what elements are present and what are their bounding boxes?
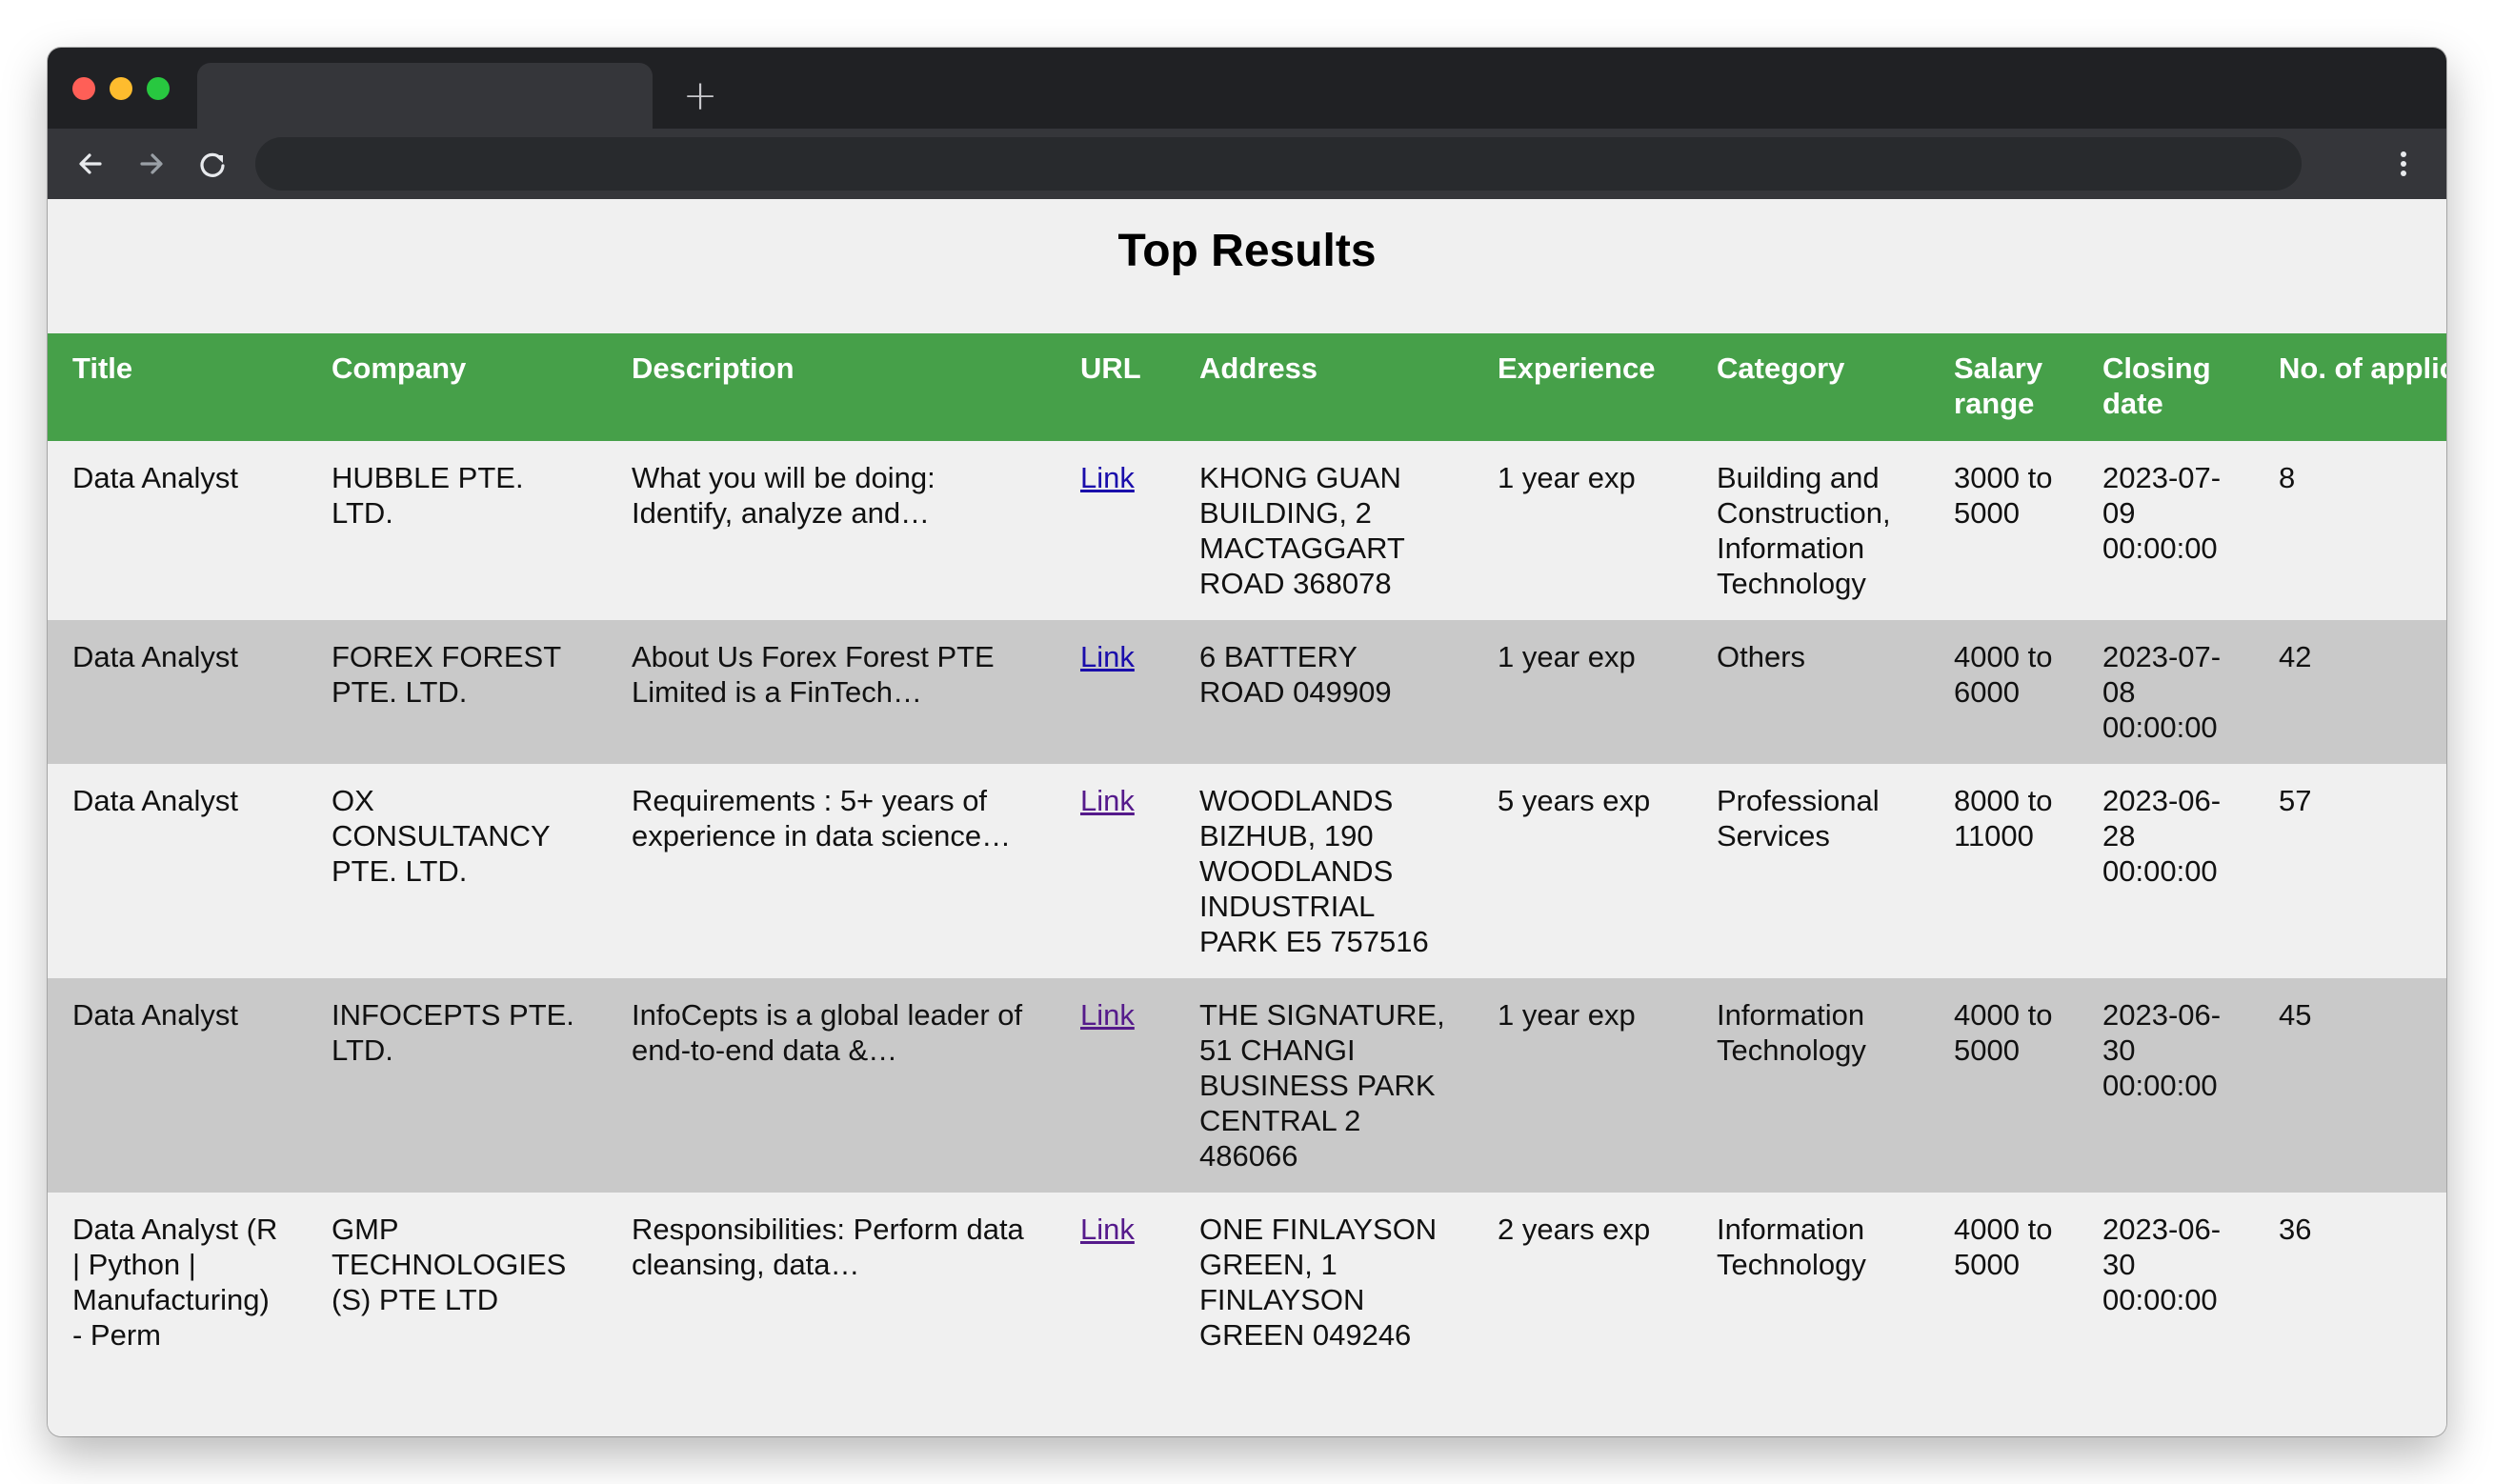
- cell-category: Building and Construction, Information T…: [1692, 441, 1929, 620]
- cell-title: Data Analyst: [48, 764, 307, 978]
- cell-title: Data Analyst: [48, 441, 307, 620]
- reload-button[interactable]: [191, 142, 234, 186]
- cell-title: Data Analyst (R | Python | Manufacturing…: [48, 1193, 307, 1372]
- cell-address: THE SIGNATURE, 51 CHANGI BUSINESS PARK C…: [1175, 978, 1473, 1193]
- new-tab-button[interactable]: +: [676, 65, 724, 128]
- cell-closing-date: 2023-06-30 00:00:00: [2078, 978, 2254, 1193]
- job-link[interactable]: Link: [1080, 1213, 1135, 1246]
- table-row: Data Analyst FOREX FOREST PTE. LTD. Abou…: [48, 620, 2446, 764]
- forward-button[interactable]: [130, 142, 173, 186]
- column-header-applications: No. of applications: [2254, 333, 2446, 441]
- job-link[interactable]: Link: [1080, 784, 1135, 817]
- cell-experience: 1 year exp: [1473, 441, 1692, 620]
- cell-salary: 4000 to 5000: [1929, 978, 2078, 1193]
- cell-category: Professional Services: [1692, 764, 1929, 978]
- cell-applications: 8: [2254, 441, 2446, 620]
- cell-description: About Us Forex Forest PTE Limited is a F…: [607, 620, 1056, 764]
- column-header-address: Address: [1175, 333, 1473, 441]
- back-button[interactable]: [69, 142, 112, 186]
- cell-description: Requirements : 5+ years of experience in…: [607, 764, 1056, 978]
- close-window-button[interactable]: [72, 77, 95, 100]
- job-link[interactable]: Link: [1080, 998, 1135, 1032]
- column-header-experience: Experience: [1473, 333, 1692, 441]
- cell-salary: 3000 to 5000: [1929, 441, 2078, 620]
- cell-experience: 1 year exp: [1473, 978, 1692, 1193]
- maximize-window-button[interactable]: [147, 77, 170, 100]
- cell-applications: 57: [2254, 764, 2446, 978]
- cell-url: Link: [1056, 978, 1175, 1193]
- cell-title: Data Analyst: [48, 620, 307, 764]
- table-header-row: Title Company Description URL Address Ex…: [48, 333, 2446, 441]
- cell-description: Responsibilities: Perform data cleansing…: [607, 1193, 1056, 1372]
- job-link[interactable]: Link: [1080, 461, 1135, 494]
- tab-strip: +: [48, 48, 2446, 129]
- cell-experience: 5 years exp: [1473, 764, 1692, 978]
- reload-icon: [200, 152, 225, 177]
- browser-toolbar: [48, 129, 2446, 199]
- column-header-description: Description: [607, 333, 1056, 441]
- cell-salary: 4000 to 6000: [1929, 620, 2078, 764]
- cell-address: 6 BATTERY ROAD 049909: [1175, 620, 1473, 764]
- cell-company: HUBBLE PTE. LTD.: [307, 441, 607, 620]
- cell-address: ONE FINLAYSON GREEN, 1 FINLAYSON GREEN 0…: [1175, 1193, 1473, 1372]
- cell-applications: 45: [2254, 978, 2446, 1193]
- table-row: Data Analyst INFOCEPTS PTE. LTD. InfoCep…: [48, 978, 2446, 1193]
- cell-category: Information Technology: [1692, 978, 1929, 1193]
- minimize-window-button[interactable]: [110, 77, 132, 100]
- cell-experience: 2 years exp: [1473, 1193, 1692, 1372]
- cell-applications: 42: [2254, 620, 2446, 764]
- table-row: Data Analyst (R | Python | Manufacturing…: [48, 1193, 2446, 1372]
- cell-url: Link: [1056, 764, 1175, 978]
- cell-salary: 8000 to 11000: [1929, 764, 2078, 978]
- cell-description: InfoCepts is a global leader of end-to-e…: [607, 978, 1056, 1193]
- browser-menu-button[interactable]: [2382, 142, 2425, 186]
- table-row: Data Analyst OX CONSULTANCY PTE. LTD. Re…: [48, 764, 2446, 978]
- job-link[interactable]: Link: [1080, 640, 1135, 673]
- cell-closing-date: 2023-06-28 00:00:00: [2078, 764, 2254, 978]
- cell-company: INFOCEPTS PTE. LTD.: [307, 978, 607, 1193]
- table-row: Data Analyst HUBBLE PTE. LTD. What you w…: [48, 441, 2446, 620]
- column-header-url: URL: [1056, 333, 1175, 441]
- column-header-company: Company: [307, 333, 607, 441]
- page-content: Top Results Title Company Description UR…: [48, 199, 2446, 1436]
- cell-category: Others: [1692, 620, 1929, 764]
- cell-url: Link: [1056, 620, 1175, 764]
- cell-description: What you will be doing: Identify, analyz…: [607, 441, 1056, 620]
- cell-applications: 36: [2254, 1193, 2446, 1372]
- cell-url: Link: [1056, 1193, 1175, 1372]
- browser-window: + Top Results Title Company Description …: [48, 48, 2446, 1436]
- cell-title: Data Analyst: [48, 978, 307, 1193]
- kebab-menu-icon: [2401, 151, 2406, 176]
- cell-closing-date: 2023-07-09 00:00:00: [2078, 441, 2254, 620]
- column-header-category: Category: [1692, 333, 1929, 441]
- cell-url: Link: [1056, 441, 1175, 620]
- cell-category: Information Technology: [1692, 1193, 1929, 1372]
- column-header-title: Title: [48, 333, 307, 441]
- cell-closing-date: 2023-07-08 00:00:00: [2078, 620, 2254, 764]
- cell-company: FOREX FOREST PTE. LTD.: [307, 620, 607, 764]
- arrow-left-icon: [79, 153, 102, 174]
- results-table: Title Company Description URL Address Ex…: [48, 333, 2446, 1372]
- cell-company: GMP TECHNOLOGIES (S) PTE LTD: [307, 1193, 607, 1372]
- cell-company: OX CONSULTANCY PTE. LTD.: [307, 764, 607, 978]
- cell-salary: 4000 to 5000: [1929, 1193, 2078, 1372]
- cell-address: KHONG GUAN BUILDING, 2 MACTAGGART ROAD 3…: [1175, 441, 1473, 620]
- cell-experience: 1 year exp: [1473, 620, 1692, 764]
- active-tab[interactable]: [197, 63, 653, 129]
- arrow-right-icon: [140, 153, 163, 174]
- page-title: Top Results: [1117, 226, 1377, 276]
- cell-closing-date: 2023-06-30 00:00:00: [2078, 1193, 2254, 1372]
- column-header-closing-date: Closing date: [2078, 333, 2254, 441]
- cell-address: WOODLANDS BIZHUB, 190 WOODLANDS INDUSTRI…: [1175, 764, 1473, 978]
- column-header-salary-range: Salary range: [1929, 333, 2078, 441]
- address-bar[interactable]: [255, 137, 2302, 191]
